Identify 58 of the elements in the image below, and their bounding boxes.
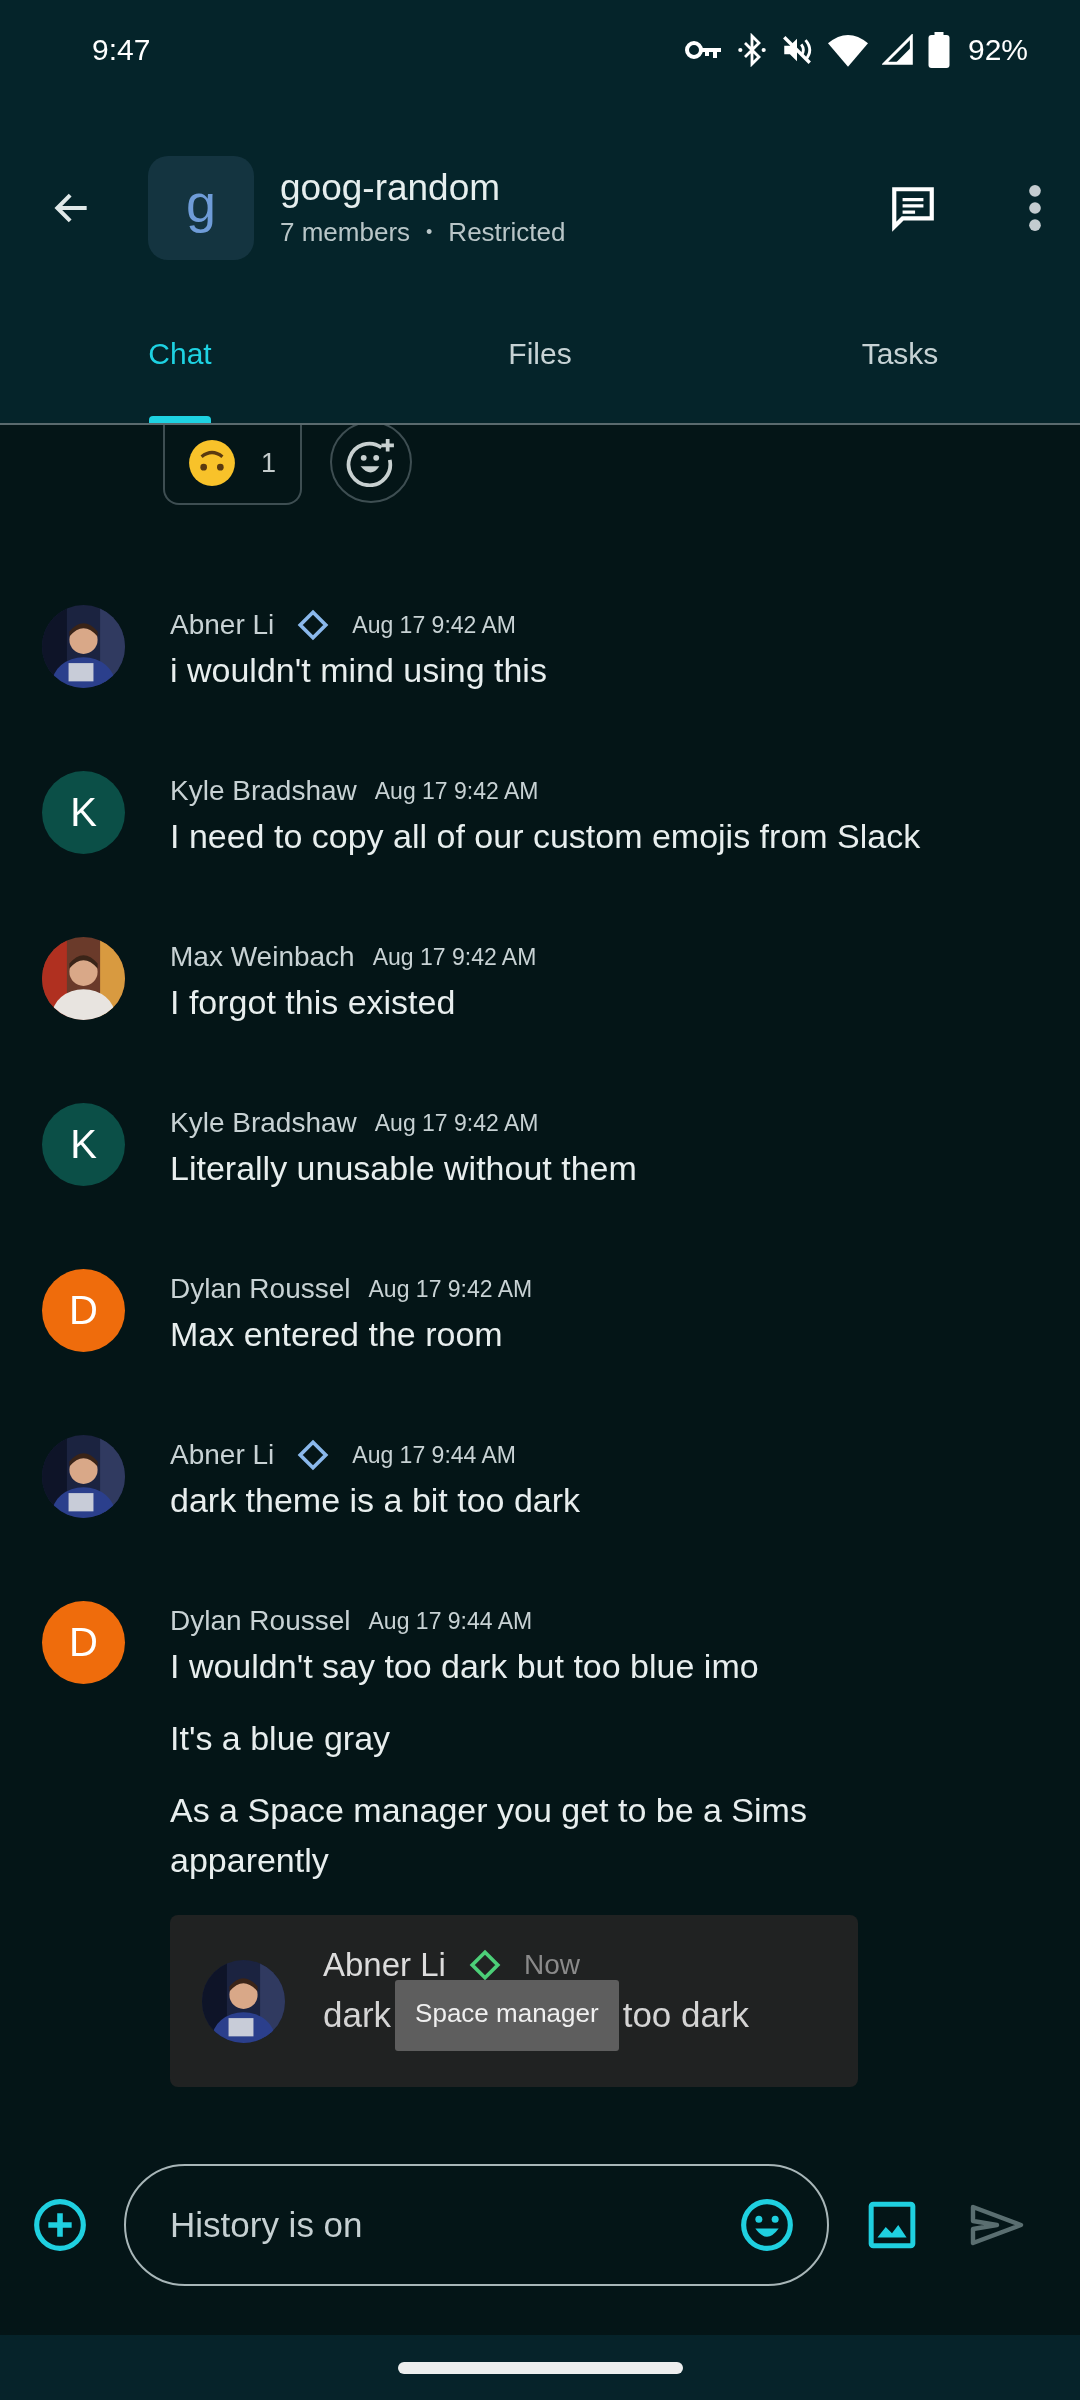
message-time: Aug 17 9:42 AM	[368, 1275, 533, 1303]
message-input[interactable]: History is on	[168, 2204, 739, 2246]
more-options-icon[interactable]	[1028, 183, 1042, 232]
message-text: i wouldn't mind using this	[170, 650, 547, 691]
avatar: D	[42, 1269, 125, 1352]
tab[interactable]: Tasks	[720, 315, 1080, 423]
home-indicator[interactable]	[397, 2361, 683, 2374]
message-text: dark	[323, 1995, 392, 2035]
author-name: Kyle Bradshaw	[170, 1107, 357, 1139]
tab[interactable]: Chat	[0, 315, 360, 423]
space-title: goog-random	[280, 167, 502, 209]
message-text: I forgot this existed	[170, 982, 457, 1023]
clock-time: 9:47	[92, 33, 151, 67]
emoji-icon[interactable]	[739, 2197, 795, 2253]
message-text: Max entered the room	[170, 1314, 504, 1355]
message-text: I wouldn't say too dark but too blue imo	[170, 1646, 760, 1687]
signal-icon	[881, 34, 914, 66]
screenshot-card[interactable]: Abner Li Now dark Space manager too dark	[170, 1915, 858, 2087]
author-name: Abner Li	[170, 609, 275, 641]
add-reaction-button[interactable]	[330, 425, 413, 503]
space-avatar: g	[148, 155, 254, 260]
message-time: Now	[523, 1949, 580, 1981]
message-time: Aug 17 9:42 AM	[352, 611, 516, 639]
message-text: It's a blue gray	[170, 1718, 392, 1759]
upside-down-face-icon	[187, 438, 237, 488]
message-text: dark theme is a bit too dark	[170, 1480, 581, 1521]
message-text: Literally unusable without them	[170, 1148, 637, 1189]
message-text: too dark	[622, 1995, 750, 2035]
avatar: K	[42, 1103, 125, 1186]
message-time: Aug 17 9:42 AM	[374, 777, 539, 805]
message-time: Aug 17 9:44 AM	[352, 1441, 516, 1469]
author-name: Dylan Roussel	[170, 1273, 351, 1305]
add-icon[interactable]	[32, 2197, 88, 2253]
separator-dot: •	[426, 222, 433, 243]
member-count[interactable]: 7 members	[280, 217, 411, 248]
tooltip: Space manager	[395, 1979, 619, 2051]
message-field[interactable]: History is on	[124, 2164, 829, 2286]
message-time: Aug 17 9:42 AM	[374, 1109, 539, 1137]
message-text: As a Space manager you get to be a Sims apparently	[170, 1790, 808, 1881]
access-label: Restricted	[448, 217, 566, 248]
bluetooth-icon	[737, 33, 766, 67]
reaction-chip[interactable]: 1	[163, 425, 303, 505]
message-time: Aug 17 9:42 AM	[372, 943, 537, 971]
send-icon[interactable]	[969, 2203, 1025, 2247]
author-name: Kyle Bradshaw	[170, 775, 357, 807]
author-name: Dylan Roussel	[170, 1605, 351, 1637]
smiley-plus-icon	[346, 437, 397, 487]
author-name: Max Weinbach	[170, 941, 355, 973]
image-icon[interactable]	[867, 2200, 917, 2250]
avatar: D	[42, 1601, 125, 1684]
author-name: Abner Li	[170, 1439, 275, 1471]
battery-percentage: 92%	[967, 33, 1028, 67]
message-text: I need to copy all of our custom emojis from Slack	[170, 816, 921, 857]
avatar: K	[42, 771, 125, 854]
battery-icon	[927, 32, 950, 68]
wifi-icon	[827, 33, 868, 67]
tab[interactable]: Files	[360, 315, 720, 423]
message-time: Aug 17 9:44 AM	[368, 1607, 533, 1635]
